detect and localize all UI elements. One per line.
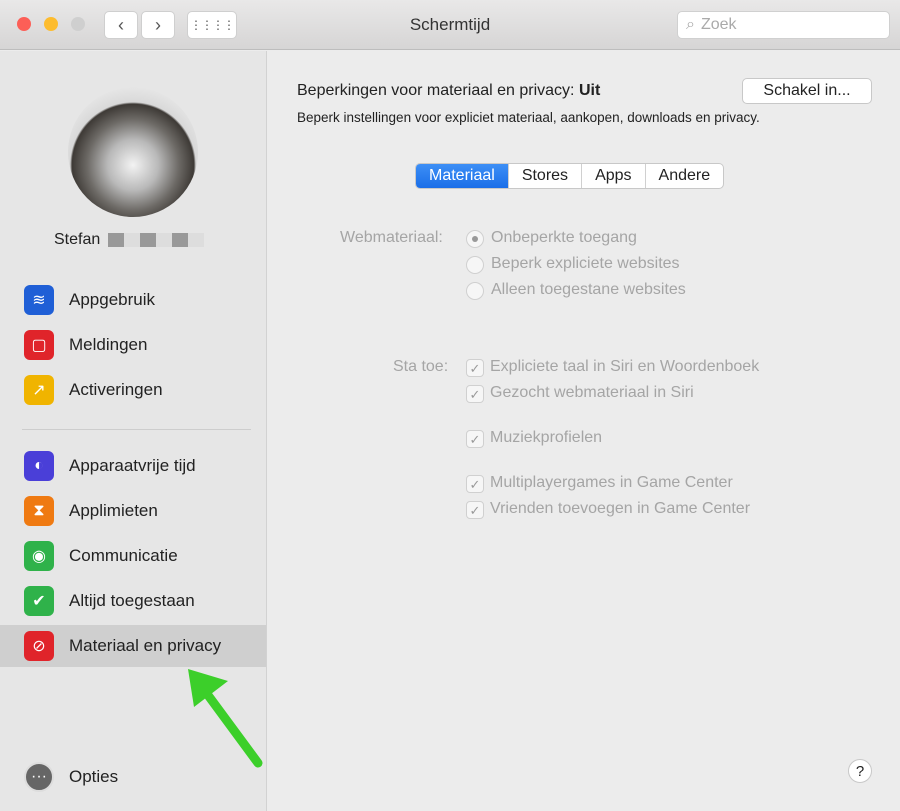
checkbox[interactable]: ✓ — [466, 430, 484, 448]
notification-icon: ▢ — [24, 330, 54, 360]
sidebar-item-label: Activeringen — [69, 380, 163, 399]
search-icon: ⌕ — [686, 16, 695, 33]
sidebar-item-label: Altijd toegestaan — [69, 591, 195, 610]
sidebar-item-communicatie[interactable]: ◉ Communicatie — [0, 535, 266, 577]
allow-option-label: Multiplayergames in Game Center — [490, 474, 733, 491]
tab-andere[interactable]: Andere — [644, 164, 724, 188]
search-placeholder: Zoek — [700, 16, 737, 33]
tab-materiaal[interactable]: Materiaal — [416, 164, 508, 188]
hourglass-icon: ⧗ — [24, 496, 54, 526]
allow-label: Sta toe: — [393, 358, 449, 375]
title-bar: ‹ › ⋮⋮⋮⋮ Schermtijd ⌕ Zoek — [0, 0, 900, 50]
downtime-icon: ◐ — [24, 451, 54, 481]
allow-option-label: Muziekprofielen — [490, 429, 603, 446]
web-option-label: Alleen toegestane websites — [491, 281, 686, 298]
annotation-arrow — [188, 669, 263, 768]
restrictions-header: Beperkingen voor materiaal en privacy: U… — [297, 82, 600, 100]
contact-icon: ◉ — [24, 541, 54, 571]
user-name-text: Stefan — [54, 231, 101, 248]
sidebar-item-meldingen[interactable]: ▢ Meldingen — [0, 324, 266, 366]
allow-option-label: Expliciete taal in Siri en Woordenboek — [490, 358, 760, 375]
help-button[interactable]: ? — [848, 759, 872, 783]
sidebar-item-appgebruik[interactable]: ≋ Appgebruik — [0, 279, 266, 321]
checkmark-badge-icon: ✔ — [24, 586, 54, 616]
sidebar-item-label: Appgebruik — [69, 290, 156, 309]
ellipsis-icon: ··· — [24, 762, 54, 792]
sidebar-item-label: Apparaatvrije tijd — [69, 456, 196, 475]
checkbox[interactable]: ✓ — [466, 359, 484, 377]
header-label: Beperkingen voor materiaal en privacy: — [297, 82, 575, 99]
sidebar-item-label: Communicatie — [69, 546, 178, 565]
subtitle: Beperk instellingen voor expliciet mater… — [297, 110, 760, 125]
sidebar-item-label: Meldingen — [69, 335, 148, 354]
pickup-icon: ↗ — [24, 375, 54, 405]
blurred-surname — [108, 233, 205, 247]
options-label: Opties — [69, 767, 119, 786]
restriction-icon: ⊘ — [24, 631, 54, 661]
allow-option-label: Gezocht webmateriaal in Siri — [490, 384, 694, 401]
web-option-label: Beperk expliciete websites — [491, 255, 680, 272]
layers-icon: ≋ — [24, 285, 54, 315]
tab-stores[interactable]: Stores — [507, 164, 581, 188]
avatar[interactable] — [68, 87, 198, 217]
content-pane: Beperkingen voor materiaal en privacy: U… — [268, 51, 900, 811]
tab-apps[interactable]: Apps — [581, 164, 644, 188]
web-label: Webmateriaal: — [340, 229, 443, 246]
sidebar-item-label: Applimieten — [69, 501, 158, 520]
header-state: Uit — [578, 82, 601, 99]
search-input[interactable]: ⌕ Zoek — [677, 11, 890, 39]
sidebar-item-label: Materiaal en privacy — [69, 636, 222, 655]
checkbox[interactable]: ✓ — [466, 501, 484, 519]
sidebar-item-apparaatvrije-tijd[interactable]: ◐ Apparaatvrije tijd — [0, 445, 266, 487]
checkbox[interactable]: ✓ — [466, 385, 484, 403]
radio-button[interactable] — [466, 282, 484, 300]
sidebar-item-altijd-toegestaan[interactable]: ✔ Altijd toegestaan — [0, 580, 266, 622]
sidebar-item-materiaal-en-privacy[interactable]: ⊘ Materiaal en privacy — [0, 625, 266, 667]
allow-option-label: Vrienden toevoegen in Game Center — [490, 500, 751, 517]
tab-bar: Materiaal Stores Apps Andere — [415, 163, 725, 189]
radio-button[interactable] — [466, 256, 484, 274]
user-name: Stefan — [54, 231, 205, 249]
radio-button[interactable] — [466, 230, 484, 248]
sidebar-divider — [22, 429, 251, 430]
checkbox[interactable]: ✓ — [466, 475, 484, 493]
sidebar-item-activeringen[interactable]: ↗ Activeringen — [0, 369, 266, 411]
sidebar-item-applimieten[interactable]: ⧗ Applimieten — [0, 490, 266, 532]
web-option-label: Onbeperkte toegang — [491, 229, 637, 246]
enable-button[interactable]: Schakel in... — [742, 78, 872, 104]
arrow-shaft — [197, 682, 263, 768]
